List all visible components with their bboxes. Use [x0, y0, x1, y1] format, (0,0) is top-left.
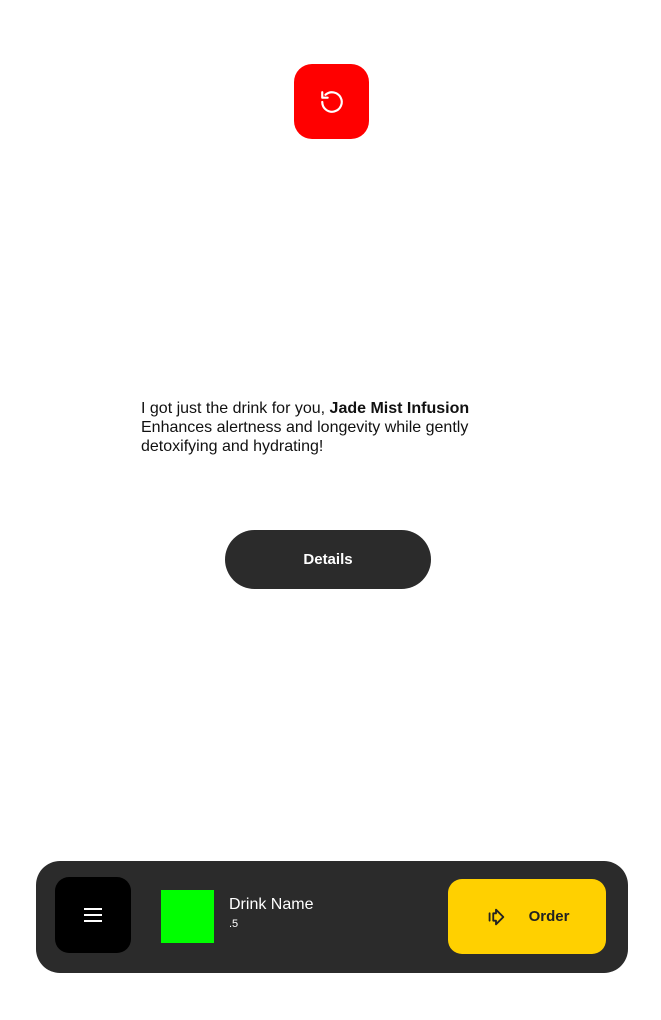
- drink-name-highlight: Jade Mist Infusion: [329, 400, 470, 417]
- details-button-label: Details: [303, 551, 353, 568]
- menu-button[interactable]: [55, 877, 131, 953]
- message-intro: I got just the drink for you,: [141, 400, 330, 417]
- drink-color-swatch: [161, 890, 214, 943]
- order-button-label: Order: [528, 908, 570, 925]
- drink-description: Enhances alertness and longevity while g…: [141, 419, 469, 455]
- arrow-right-icon: [488, 908, 504, 925]
- bottom-bar: Drink Name .5 Order: [36, 861, 628, 973]
- reset-button[interactable]: [294, 64, 369, 139]
- drink-size: .5: [229, 918, 239, 930]
- rotate-ccw-icon: [320, 90, 343, 113]
- recommendation-message: I got just the drink for you, Jade Mist …: [141, 399, 521, 456]
- hamburger-menu-icon: [84, 908, 102, 922]
- details-button[interactable]: Details: [225, 530, 431, 589]
- order-button[interactable]: Order: [448, 879, 606, 954]
- drink-name: Drink Name: [229, 896, 314, 913]
